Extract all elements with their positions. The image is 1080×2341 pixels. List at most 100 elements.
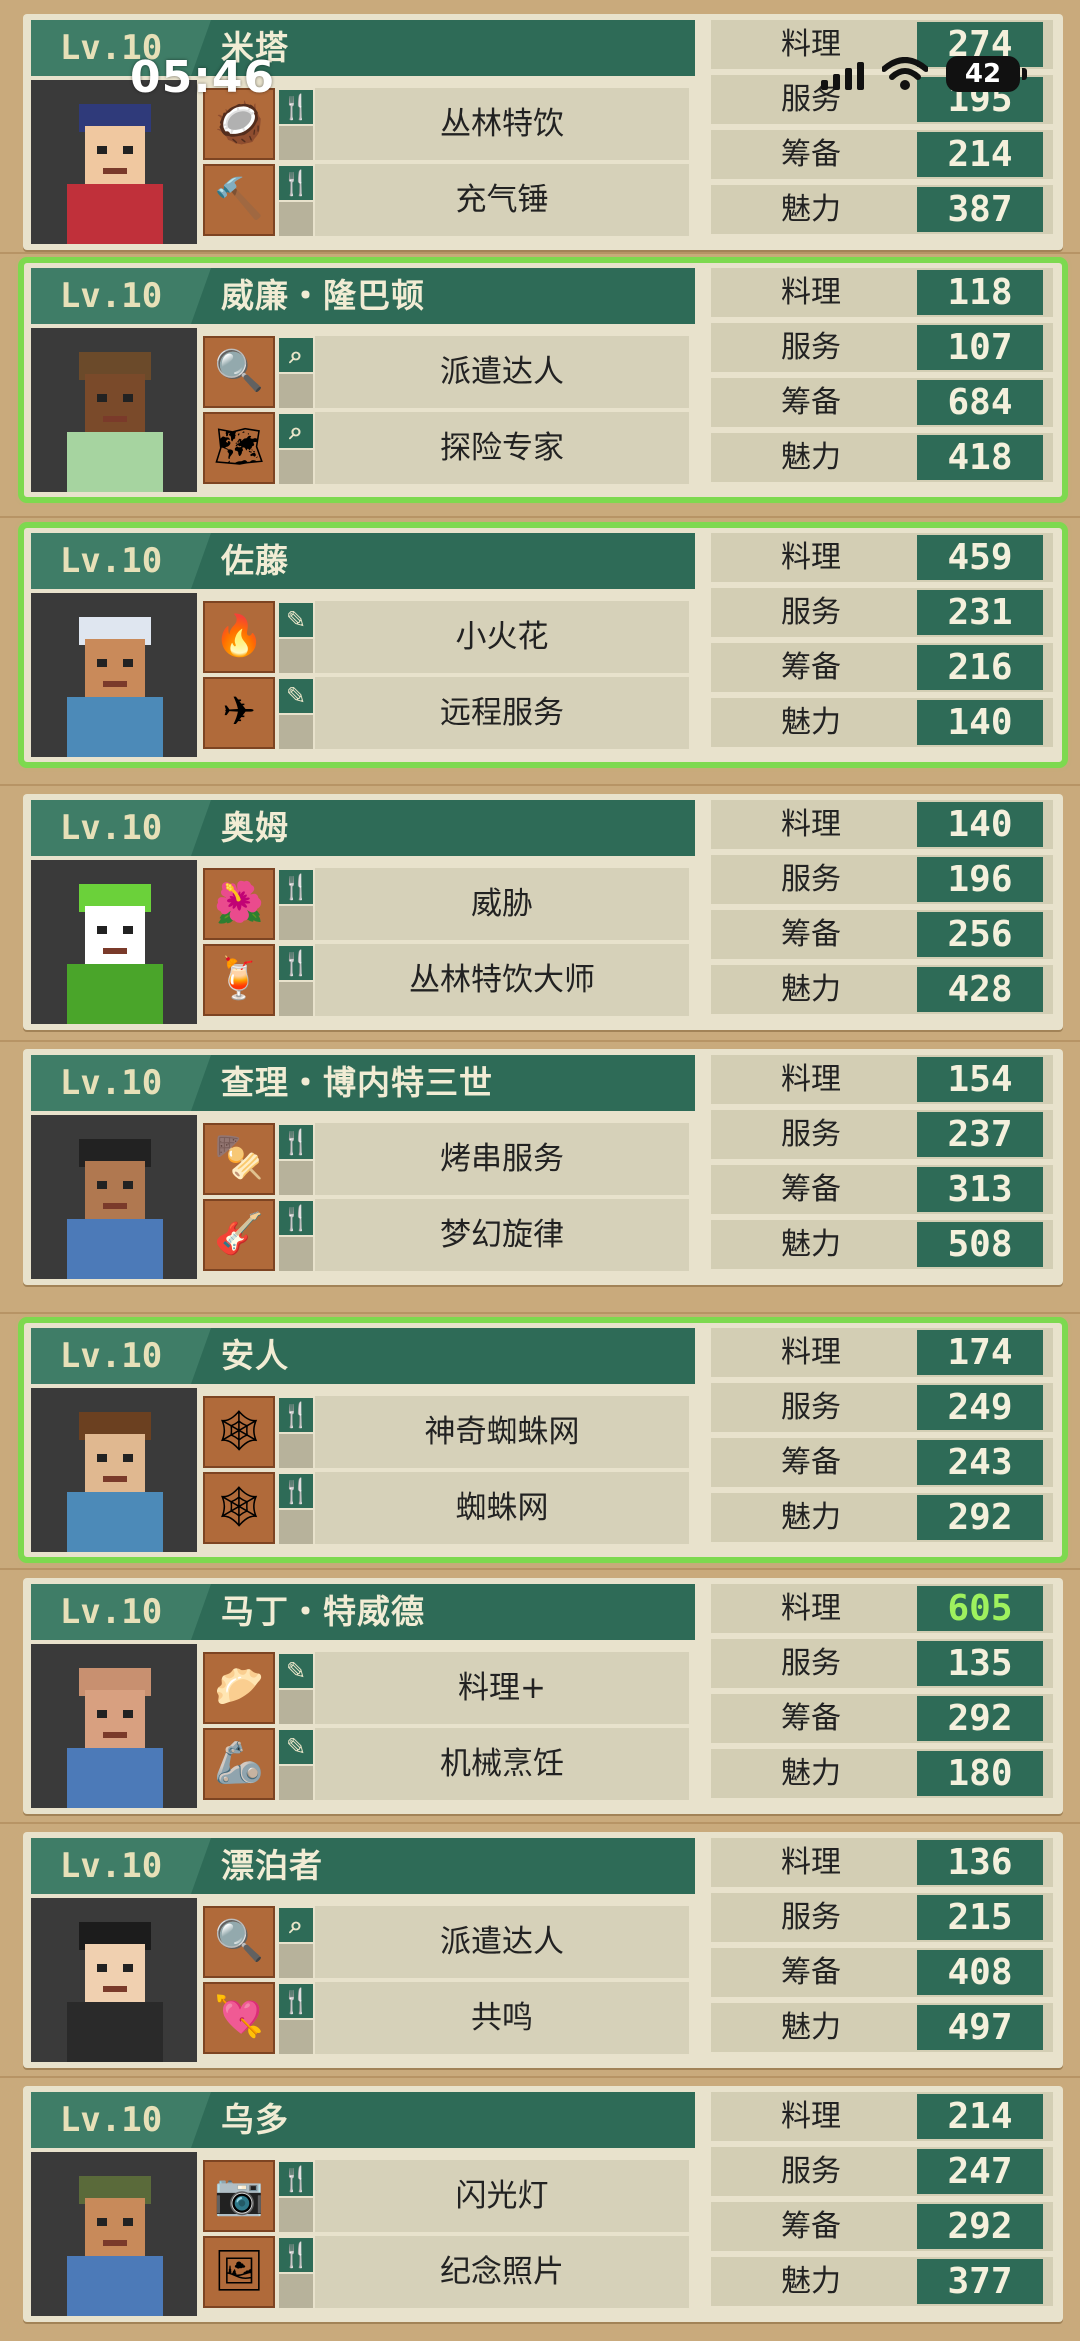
magnifier-icon: 🔍 bbox=[203, 336, 275, 408]
character-card[interactable]: Lv.10 乌多 📷 🍴 闪光灯 🖼 🍴 纪念照片 料理 214 服务 247 … bbox=[23, 2086, 1063, 2322]
stat-row: 服务 196 bbox=[711, 855, 1053, 904]
character-portrait bbox=[31, 328, 197, 492]
stat-row: 魅力 497 bbox=[711, 2003, 1053, 2052]
stat-label: 服务 bbox=[781, 1390, 841, 1425]
pixel-avatar bbox=[67, 1668, 163, 1808]
stat-value: 377 bbox=[917, 2259, 1043, 2304]
card-header: Lv.10 安人 bbox=[31, 1328, 695, 1384]
stat-row: 料理 140 bbox=[711, 800, 1053, 849]
skill-slot[interactable]: ✈ ✎ 远程服务 bbox=[203, 677, 693, 749]
skill-slot[interactable]: 🥥 🍴 丛林特饮 bbox=[203, 88, 693, 160]
skill-type-bar bbox=[279, 1944, 313, 1978]
stat-row: 魅力 140 bbox=[711, 698, 1053, 747]
character-portrait bbox=[31, 1388, 197, 1552]
character-name: 威廉・隆巴顿 bbox=[221, 276, 425, 315]
stat-row: 筹备 684 bbox=[711, 378, 1053, 427]
stat-value: 313 bbox=[917, 1167, 1043, 1212]
stat-value: 135 bbox=[917, 1641, 1043, 1686]
stat-value: 292 bbox=[917, 1495, 1043, 1540]
stat-row: 料理 174 bbox=[711, 1328, 1053, 1377]
status-icons: 42 bbox=[821, 56, 1027, 92]
stat-label: 料理 bbox=[781, 1591, 841, 1626]
skill-type-bar bbox=[279, 2020, 313, 2054]
skill-type-bar bbox=[279, 450, 313, 484]
character-card[interactable]: Lv.10 马丁・特威德 🥟 ✎ 料理+ 🦾 ✎ 机械烹饪 料理 605 服务 … bbox=[23, 1578, 1063, 1814]
skill-slot[interactable]: 🕸 🍴 神奇蜘蛛网 bbox=[203, 1396, 693, 1468]
fork-knife-icon: 🍴 bbox=[279, 1474, 313, 1508]
stat-value: 231 bbox=[917, 590, 1043, 635]
skewer-icon: 🍢 bbox=[203, 1123, 275, 1195]
fork-knife-icon: 🍴 bbox=[279, 1125, 313, 1159]
stat-row: 筹备 214 bbox=[711, 130, 1053, 179]
character-name: 漂泊者 bbox=[221, 1846, 323, 1885]
stat-row: 魅力 180 bbox=[711, 1749, 1053, 1798]
stat-label: 料理 bbox=[781, 275, 841, 310]
status-time: 05:46 bbox=[130, 52, 276, 103]
character-card[interactable]: Lv.10 安人 🕸 🍴 神奇蜘蛛网 🕸 🍴 蜘蛛网 料理 174 服务 249… bbox=[18, 1317, 1068, 1563]
character-card[interactable]: Lv.10 佐藤 🔥 ✎ 小火花 ✈ ✎ 远程服务 料理 459 服务 231 … bbox=[18, 522, 1068, 768]
pixel-avatar bbox=[67, 2176, 163, 2316]
skill-label: 派遣达人 bbox=[315, 336, 689, 408]
stat-label: 料理 bbox=[781, 807, 841, 842]
stat-label: 筹备 bbox=[781, 917, 841, 952]
signal-icon bbox=[821, 58, 864, 90]
character-card[interactable]: Lv.10 奥姆 🌺 🍴 威胁 🍹 🍴 丛林特饮大师 料理 140 服务 196… bbox=[23, 794, 1063, 1030]
fork-knife-icon: 🍴 bbox=[279, 2162, 313, 2196]
skill-slot[interactable]: 🔍 ⌕ 派遣达人 bbox=[203, 1906, 693, 1978]
background-plank bbox=[0, 1040, 1080, 1042]
stat-label: 筹备 bbox=[781, 2209, 841, 2244]
stats-panel: 料理 154 服务 237 筹备 313 魅力 508 bbox=[711, 1055, 1053, 1275]
coconut-drinks-icon: 🍹 bbox=[203, 944, 275, 1016]
battery-icon: 42 bbox=[946, 56, 1027, 92]
character-card[interactable]: Lv.10 米塔 🥥 🍴 丛林特饮 🔨 🍴 充气锤 料理 274 服务 195 … bbox=[23, 14, 1063, 250]
stat-row: 服务 247 bbox=[711, 2147, 1053, 2196]
stat-row: 魅力 418 bbox=[711, 433, 1053, 482]
character-name: 安人 bbox=[221, 1336, 289, 1375]
brush-icon: ✎ bbox=[279, 679, 313, 713]
brush-icon: ✎ bbox=[279, 1654, 313, 1688]
pixel-avatar bbox=[67, 1139, 163, 1279]
stat-label: 料理 bbox=[781, 1335, 841, 1370]
stat-row: 筹备 292 bbox=[711, 2202, 1053, 2251]
skill-slot[interactable]: 🌺 🍴 威胁 bbox=[203, 868, 693, 940]
brush-icon: ✎ bbox=[279, 603, 313, 637]
skill-slot[interactable]: 📷 🍴 闪光灯 bbox=[203, 2160, 693, 2232]
fork-knife-icon: 🍴 bbox=[279, 1201, 313, 1235]
skill-label: 神奇蜘蛛网 bbox=[315, 1396, 689, 1468]
skill-slot[interactable]: 🍢 🍴 烤串服务 bbox=[203, 1123, 693, 1195]
stats-panel: 料理 140 服务 196 筹备 256 魅力 428 bbox=[711, 800, 1053, 1020]
skill-slot[interactable]: 🔥 ✎ 小火花 bbox=[203, 601, 693, 673]
stat-row: 料理 154 bbox=[711, 1055, 1053, 1104]
skill-slot[interactable]: 🎸 🍴 梦幻旋律 bbox=[203, 1199, 693, 1271]
skill-slot[interactable]: 🗺 ⌕ 探险专家 bbox=[203, 412, 693, 484]
character-card[interactable]: Lv.10 查理・博内特三世 🍢 🍴 烤串服务 🎸 🍴 梦幻旋律 料理 154 … bbox=[23, 1049, 1063, 1285]
stat-row: 筹备 243 bbox=[711, 1438, 1053, 1487]
character-card[interactable]: Lv.10 威廉・隆巴顿 🔍 ⌕ 派遣达人 🗺 ⌕ 探险专家 料理 118 服务… bbox=[18, 257, 1068, 503]
skill-slot[interactable]: 🦾 ✎ 机械烹饪 bbox=[203, 1728, 693, 1800]
skill-slot[interactable]: 🍹 🍴 丛林特饮大师 bbox=[203, 944, 693, 1016]
skill-slot[interactable]: 🖼 🍴 纪念照片 bbox=[203, 2236, 693, 2308]
character-portrait bbox=[31, 860, 197, 1024]
skill-slot[interactable]: 🔨 🍴 充气锤 bbox=[203, 164, 693, 236]
stat-value: 216 bbox=[917, 645, 1043, 690]
skill-slot[interactable]: 🥟 ✎ 料理+ bbox=[203, 1652, 693, 1724]
wifi-icon bbox=[882, 57, 928, 90]
pixel-avatar bbox=[67, 104, 163, 244]
stat-value: 180 bbox=[917, 1751, 1043, 1796]
stat-value: 140 bbox=[917, 700, 1043, 745]
stat-row: 魅力 387 bbox=[711, 185, 1053, 234]
stat-label: 魅力 bbox=[781, 1227, 841, 1262]
skill-slot[interactable]: 🕸 🍴 蜘蛛网 bbox=[203, 1472, 693, 1544]
stat-row: 料理 605 bbox=[711, 1584, 1053, 1633]
stat-value: 249 bbox=[917, 1385, 1043, 1430]
skill-type-bar bbox=[279, 374, 313, 408]
pixel-avatar bbox=[67, 352, 163, 492]
stat-row: 服务 231 bbox=[711, 588, 1053, 637]
skill-type-bar bbox=[279, 1161, 313, 1195]
stat-label: 魅力 bbox=[781, 705, 841, 740]
skill-slot[interactable]: 🔍 ⌕ 派遣达人 bbox=[203, 336, 693, 408]
skill-slot[interactable]: 💘 🍴 共鸣 bbox=[203, 1982, 693, 2054]
card-header: Lv.10 乌多 bbox=[31, 2092, 695, 2148]
character-card[interactable]: Lv.10 漂泊者 🔍 ⌕ 派遣达人 💘 🍴 共鸣 料理 136 服务 215 … bbox=[23, 1832, 1063, 2068]
fork-knife-icon: 🍴 bbox=[279, 2238, 313, 2272]
